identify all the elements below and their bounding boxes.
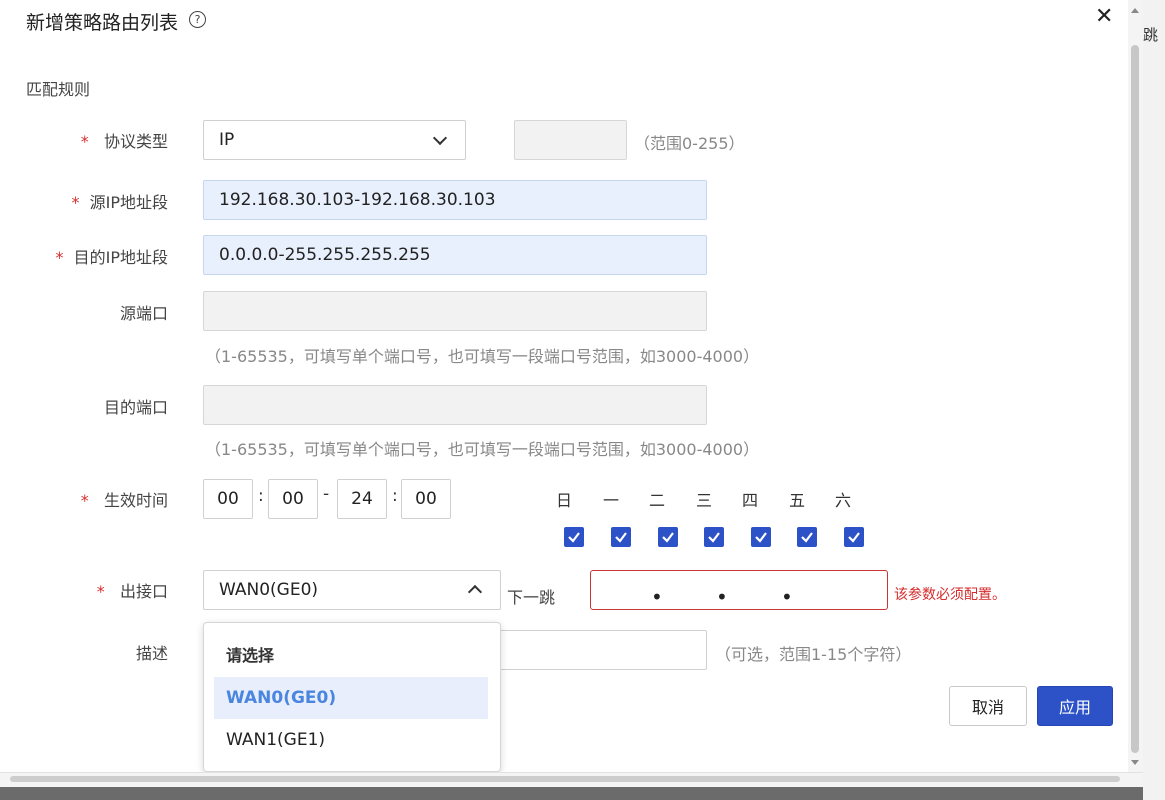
scroll-up-arrow-icon[interactable] [1131, 8, 1139, 13]
section-match-rules: 匹配规则 [26, 80, 91, 99]
help-icon[interactable]: ? [189, 11, 206, 28]
day-checkbox-sat[interactable] [844, 527, 864, 547]
day-label-fri: 五 [788, 491, 805, 510]
day-checkbox-wed[interactable] [704, 527, 724, 547]
desc-label: 描述 [135, 644, 168, 663]
src-ip-value: 192.168.30.103-192.168.30.103 [219, 190, 496, 210]
vertical-scrollbar-thumb[interactable] [1131, 45, 1139, 753]
day-checkbox-mon[interactable] [611, 527, 631, 547]
apply-button[interactable]: 应用 [1037, 686, 1113, 726]
time-label: * 生效时间 [80, 491, 168, 510]
start-hour-input[interactable]: 00 [203, 479, 253, 519]
check-icon [708, 532, 720, 543]
dst-ip-label: * 目的IP地址段 [55, 248, 168, 267]
required-mark: * [80, 132, 89, 151]
protocol-range-hint: （范围0-255） [634, 134, 745, 153]
start-minute-input[interactable]: 00 [268, 479, 318, 519]
out-iface-select[interactable]: WAN0(GE0) [203, 570, 501, 610]
next-hop-error: 该参数必须配置。 [894, 587, 1006, 603]
src-ip-label: * 源IP地址段 [71, 193, 168, 212]
check-icon [848, 532, 860, 543]
src-port-hint: （1-65535，可填写单个端口号，也可填写一段端口号范围，如3000-4000… [205, 347, 760, 366]
dst-ip-value: 0.0.0.0-255.255.255.255 [219, 245, 431, 265]
dropdown-option-wan0[interactable]: WAN0(GE0) [214, 677, 488, 719]
background-page [1143, 0, 1165, 800]
check-icon [568, 532, 580, 543]
protocol-label: * 协议类型 [80, 132, 168, 151]
day-label-thu: 四 [741, 491, 758, 510]
src-ip-input[interactable]: 192.168.30.103-192.168.30.103 [203, 180, 707, 220]
desc-hint: （可选，范围1-15个字符） [715, 645, 912, 664]
dropdown-option-placeholder[interactable]: 请选择 [214, 635, 488, 677]
day-label-tue: 二 [648, 491, 665, 510]
protocol-number-input [514, 120, 627, 160]
check-icon [615, 532, 627, 543]
day-label-sat: 六 [834, 491, 851, 510]
next-hop-ip-input[interactable]: • • • [590, 570, 888, 610]
horizontal-scrollbar-thumb[interactable] [10, 776, 1120, 782]
check-icon [755, 532, 767, 543]
chevron-down-icon [432, 130, 448, 146]
ip-dot: • [781, 585, 793, 609]
day-label-mon: 一 [602, 491, 619, 510]
ip-dot: • [651, 585, 663, 609]
time-colon: : [392, 486, 398, 506]
dst-ip-input[interactable]: 0.0.0.0-255.255.255.255 [203, 235, 707, 275]
time-dash: - [323, 484, 330, 504]
src-port-input [203, 291, 707, 331]
end-hour-input[interactable]: 24 [337, 479, 387, 519]
dropdown-option-wan1[interactable]: WAN1(GE1) [214, 719, 488, 761]
policy-route-dialog: 新增策略路由列表 ? ✕ 匹配规则 * 协议类型 IP （范围0-255） * … [0, 0, 1143, 787]
day-checkbox-fri[interactable] [797, 527, 817, 547]
end-minute-input[interactable]: 00 [401, 479, 451, 519]
dst-port-hint: （1-65535，可填写单个端口号，也可填写一段端口号范围，如3000-4000… [205, 440, 760, 459]
day-checkbox-tue[interactable] [658, 527, 678, 547]
background-text: 跳 [1143, 26, 1159, 44]
day-label-wed: 三 [695, 491, 712, 510]
cancel-button[interactable]: 取消 [949, 686, 1027, 726]
day-label-sun: 日 [555, 491, 572, 510]
out-iface-label: * 出接口 [96, 582, 168, 601]
next-hop-label: 下一跳 [507, 588, 556, 607]
day-checkbox-thu[interactable] [751, 527, 771, 547]
protocol-value: IP [219, 130, 235, 150]
src-port-label: 源端口 [119, 304, 168, 323]
check-icon [801, 532, 813, 543]
time-colon: : [258, 486, 264, 506]
protocol-select[interactable]: IP [203, 120, 466, 160]
ip-dot: • [716, 585, 728, 609]
dst-port-input [203, 385, 707, 425]
dialog-title: 新增策略路由列表 [26, 12, 179, 34]
day-checkbox-sun[interactable] [564, 527, 584, 547]
out-iface-value: WAN0(GE0) [219, 580, 319, 600]
close-icon[interactable]: ✕ [1095, 4, 1113, 29]
dst-port-label: 目的端口 [103, 398, 168, 417]
check-icon [662, 532, 674, 543]
out-iface-dropdown: 请选择 WAN0(GE0) WAN1(GE1) [203, 622, 501, 772]
scroll-down-arrow-icon[interactable] [1131, 760, 1139, 765]
chevron-up-icon [467, 584, 483, 600]
